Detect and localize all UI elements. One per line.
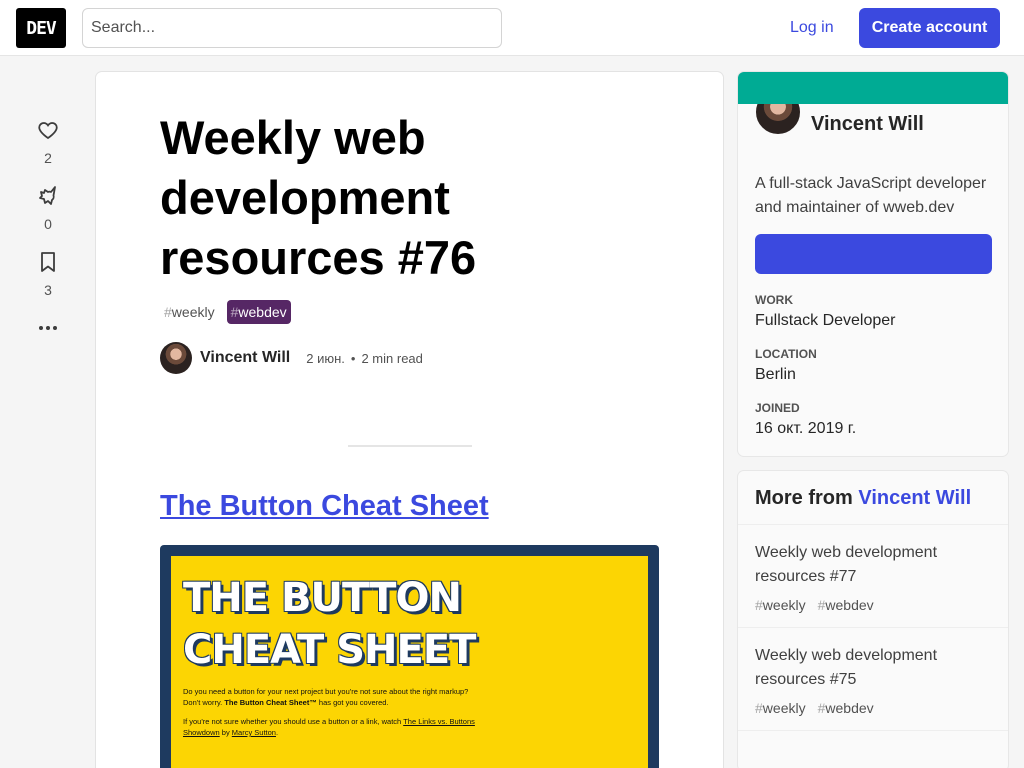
tag-label: weekly (171, 304, 215, 320)
bookmark-icon (41, 252, 55, 272)
cover-text-line1: Do you need a button for your next proje… (183, 687, 469, 696)
related-post-tags: #weekly #webdev (755, 700, 991, 716)
related-tag[interactable]: #webdev (818, 700, 874, 716)
more-from-author-link[interactable]: Vincent Will (858, 487, 971, 509)
unicorn-reaction[interactable]: 0 (28, 184, 68, 232)
dev-logo[interactable]: DEV (16, 8, 66, 48)
cover-text-span: . (275, 728, 279, 737)
profile-avatar[interactable] (754, 104, 802, 136)
reactions-sidebar: 2 0 3 (28, 118, 68, 340)
author-profile-card: Vincent Will A full-stack JavaScript dev… (738, 72, 1008, 456)
article-title: Weekly web development resources #76 (160, 111, 477, 284)
joined-label: Joined (755, 401, 800, 415)
heart-icon (38, 122, 58, 140)
cover-text-link: The Links vs. Buttons (403, 717, 475, 726)
tag-hash: # (755, 700, 763, 716)
list-item[interactable]: Weekly web development resources #75 #we… (738, 628, 1008, 731)
work-label: Work (755, 293, 793, 307)
search-input[interactable] (82, 8, 502, 48)
article-tags: #weekly #webdev (160, 300, 291, 324)
save-reaction[interactable]: 3 (28, 250, 68, 298)
more-options-button[interactable] (28, 316, 68, 340)
publish-date: 2 июн. (306, 350, 345, 366)
unicorn-icon (39, 186, 56, 205)
tag-hash: # (164, 304, 172, 320)
tag-label: weekly (762, 597, 806, 613)
more-from-prefix: More from (755, 487, 859, 509)
location-value: Berlin (755, 366, 796, 383)
login-button[interactable]: Log in (776, 8, 848, 48)
author-name[interactable]: Vincent Will (200, 349, 290, 367)
related-post-tags: #weekly #webdev (755, 597, 991, 613)
cover-text-link: Marcy Sutton (231, 728, 276, 737)
like-reaction[interactable]: 2 (28, 118, 68, 166)
related-tag[interactable]: #weekly (755, 597, 806, 613)
cover-text-span: If you're not sure whether you should us… (183, 717, 404, 726)
tag-label: webdev (825, 597, 874, 613)
cover-title-line2: CHEAT SHEET (183, 627, 476, 673)
profile-bio: A full-stack JavaScript developer and ma… (755, 175, 987, 216)
tag-label: webdev (238, 304, 287, 320)
follow-button[interactable] (755, 234, 992, 274)
profile-name[interactable]: Vincent Will (811, 113, 924, 136)
tag-hash: # (755, 597, 763, 613)
work-value: Fullstack Developer (755, 312, 896, 329)
section-heading-link[interactable]: The Button Cheat Sheet (160, 490, 489, 523)
save-count: 3 (44, 282, 52, 298)
tag-webdev[interactable]: #webdev (226, 300, 291, 324)
related-tag[interactable]: #webdev (818, 597, 874, 613)
related-post-title[interactable]: Weekly web development resources #77 (755, 541, 991, 589)
cover-text-link: Showdown (183, 728, 220, 737)
list-item[interactable]: Weekly web development resources #77 #we… (738, 525, 1008, 628)
article-author-row: Vincent Will 2 июн. • 2 min read (160, 342, 423, 374)
cover-title-line1: THE BUTTON (183, 575, 462, 621)
more-from-header: More from Vincent Will (738, 471, 1008, 525)
unicorn-count: 0 (44, 216, 52, 232)
cover-image-inner: THE BUTTON CHEAT SHEET Do you need a but… (171, 556, 648, 768)
separator-dot: • (350, 350, 356, 366)
create-account-button[interactable]: Create account (859, 8, 1000, 48)
cover-text: Do you need a button for your next proje… (183, 686, 636, 738)
cover-text-line2: Don't worry. The Button Cheat Sheet™ has… (183, 697, 636, 708)
article-card: Weekly web development resources #76 #we… (96, 72, 723, 768)
read-time: 2 min read (361, 350, 423, 366)
content-divider (348, 445, 472, 447)
related-tag[interactable]: #weekly (755, 700, 806, 716)
location-label: Location (755, 347, 817, 361)
cover-text-bold: The Button Cheat Sheet™ (224, 698, 317, 707)
cover-text-span: Don't worry. (183, 698, 225, 707)
more-from-card: More from Vincent Will Weekly web develo… (738, 471, 1008, 768)
cover-text-line4: Showdown by Marcy Sutton. (183, 727, 636, 738)
cover-image[interactable]: THE BUTTON CHEAT SHEET Do you need a but… (160, 545, 659, 768)
author-avatar[interactable] (160, 342, 192, 374)
tag-label: weekly (762, 700, 806, 716)
cover-text-span: by (219, 728, 232, 737)
joined-value: 16 окт. 2019 г. (755, 420, 857, 437)
tag-label: webdev (825, 700, 874, 716)
cover-text-span: has got you covered. (316, 698, 389, 707)
cover-text-line3: If you're not sure whether you should us… (183, 716, 636, 727)
ellipsis-icon (39, 326, 57, 330)
top-header: DEV Log in Create account (0, 0, 1024, 56)
like-count: 2 (44, 150, 52, 166)
tag-weekly[interactable]: #weekly (160, 300, 219, 324)
related-post-title[interactable]: Weekly web development resources #75 (755, 644, 991, 692)
